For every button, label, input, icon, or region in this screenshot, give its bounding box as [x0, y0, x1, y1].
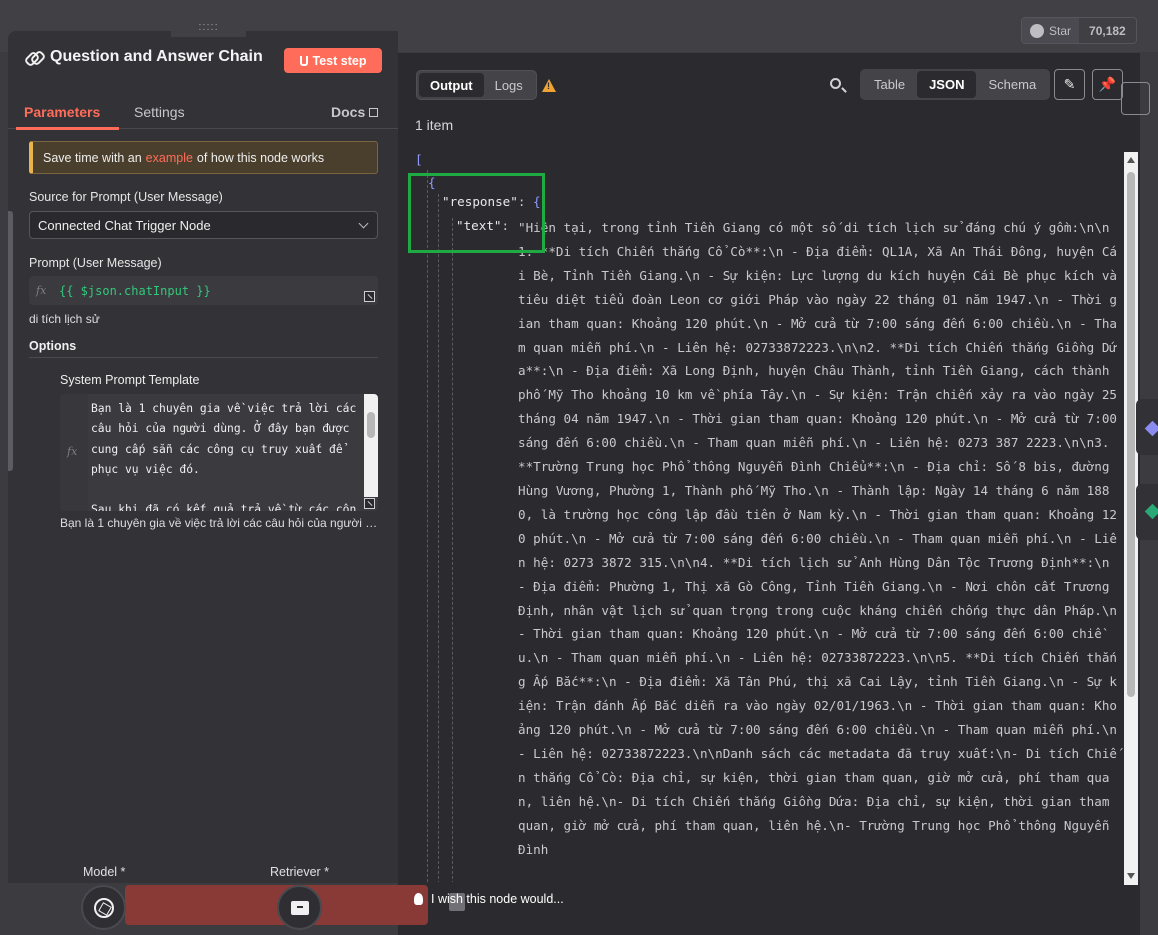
tab-parameters[interactable]: Parameters	[24, 104, 100, 120]
source-select-value: Connected Chat Trigger Node	[38, 217, 211, 233]
expand-icon[interactable]	[364, 498, 375, 509]
scroll-down-arrow-icon[interactable]	[1127, 873, 1135, 879]
textarea-scrollbar-thumb[interactable]	[367, 412, 375, 438]
system-prompt-label: System Prompt Template	[60, 373, 200, 387]
docs-label: Docs	[331, 104, 366, 120]
view-schema[interactable]: Schema	[976, 71, 1048, 98]
fx-icon: fx	[67, 445, 78, 458]
right-node-handle[interactable]	[1136, 399, 1158, 455]
github-star-button[interactable]: Star 70,182	[1021, 17, 1137, 44]
panel-resize-handle[interactable]	[8, 211, 13, 471]
node-parameters-panel: Question and Answer Chain Test step Para…	[8, 31, 398, 883]
node-title[interactable]: Question and Answer Chain	[50, 48, 263, 66]
system-prompt-preview: Bạn là 1 chuyên gia về việc trả lời các …	[60, 516, 378, 530]
right-edge-button[interactable]	[1121, 82, 1150, 115]
view-json[interactable]: JSON	[917, 71, 977, 98]
prompt-label: Prompt (User Message)	[29, 256, 162, 270]
notice-example-link[interactable]: example	[146, 151, 193, 165]
tab-logs[interactable]: Logs	[484, 73, 534, 97]
fx-icon: fx	[36, 284, 47, 297]
node-title-row: Question and Answer Chain	[24, 48, 263, 66]
json-viewer: [ { "response": { "text": "Hiện tại, tro…	[408, 152, 1123, 882]
source-label: Source for Prompt (User Message)	[29, 190, 223, 204]
tab-settings[interactable]: Settings	[134, 104, 185, 120]
scroll-up-arrow-icon[interactable]	[1127, 157, 1135, 163]
openai-icon	[93, 897, 114, 918]
model-label: Model *	[83, 865, 126, 879]
pin-icon: 📌	[1098, 76, 1117, 92]
highlight-box	[408, 173, 545, 253]
prompt-expression-field[interactable]: fx {{ $json.chatInput }}	[29, 276, 378, 305]
chevron-down-icon	[358, 218, 369, 229]
pin-data-button[interactable]: 📌	[1092, 69, 1123, 100]
github-star-label: Star	[1049, 23, 1072, 38]
item-count: 1 item	[415, 117, 454, 133]
github-icon	[1030, 23, 1044, 38]
json-scrollbar-thumb[interactable]	[1127, 172, 1135, 697]
prompt-expression: {{ $json.chatInput }}	[59, 283, 211, 298]
notice-suffix: of how this node works	[196, 150, 325, 165]
expand-icon[interactable]	[364, 291, 375, 302]
output-header: Output Logs Table JSON Schema ✎ 📌	[398, 53, 1140, 113]
link-icon	[24, 48, 42, 66]
active-tab-underline	[16, 127, 119, 130]
notice-prefix: Save time with an	[43, 150, 142, 165]
view-mode-switch: Table JSON Schema	[860, 69, 1051, 100]
retriever-label: Retriever *	[270, 865, 330, 879]
system-prompt-textarea[interactable]: fx Bạn là 1 chuyên gia về việc trả lời c…	[60, 394, 378, 511]
textarea-scrollbar[interactable]	[364, 394, 378, 497]
feedback-wish[interactable]: I wish this node would...	[414, 892, 564, 906]
prompt-preview: di tích lịch sử	[29, 312, 100, 326]
docs-link[interactable]: Docs	[331, 104, 379, 120]
json-open-bracket: [	[415, 152, 423, 167]
indent-guide	[427, 170, 428, 882]
pencil-icon: ✎	[1063, 76, 1076, 92]
edit-output-button[interactable]: ✎	[1054, 69, 1085, 100]
github-star-count: 70,182	[1079, 18, 1136, 43]
warning-icon[interactable]	[542, 79, 556, 92]
test-step-button[interactable]: Test step	[284, 48, 382, 73]
output-logs-switch: Output Logs	[416, 70, 537, 100]
options-heading: Options	[29, 339, 77, 353]
right-node-handle[interactable]	[1136, 484, 1158, 540]
flask-icon	[299, 55, 308, 66]
retriever-sub-node[interactable]	[277, 885, 322, 930]
indent-guide	[452, 218, 453, 882]
json-text-value: "Hiện tại, trong tỉnh Tiền Giang có một …	[518, 220, 1117, 857]
search-icon[interactable]	[830, 78, 841, 89]
view-table[interactable]: Table	[862, 71, 917, 98]
node-tabs: Parameters Settings Docs	[8, 101, 398, 130]
test-step-label: Test step	[312, 53, 367, 68]
example-notice: Save time with an example of how this no…	[29, 141, 378, 174]
model-sub-node[interactable]	[81, 885, 126, 930]
system-prompt-text: Bạn là 1 chuyên gia về việc trả lời các …	[91, 402, 357, 511]
tab-output[interactable]: Output	[419, 73, 484, 97]
options-divider	[29, 357, 378, 358]
wish-label: I wish this node would...	[431, 892, 564, 906]
panel-drag-handle[interactable]: :::::	[171, 18, 246, 37]
source-select[interactable]: Connected Chat Trigger Node	[29, 211, 378, 239]
box-icon	[290, 900, 309, 915]
lightbulb-icon	[414, 893, 423, 905]
output-panel: Output Logs Table JSON Schema ✎ 📌 1 item…	[398, 53, 1140, 935]
indent-guide	[438, 194, 439, 882]
external-link-icon	[369, 108, 379, 117]
